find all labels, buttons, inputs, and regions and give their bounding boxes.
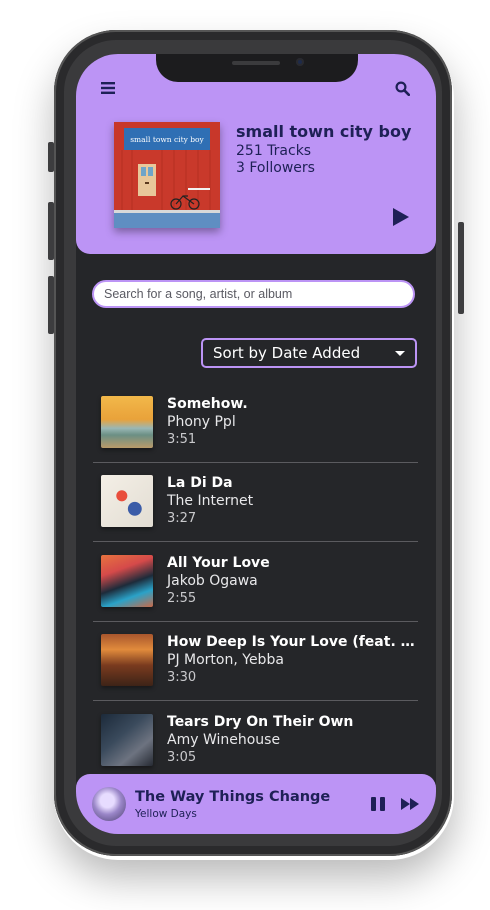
- track-artwork: [101, 555, 153, 607]
- track-artist: PJ Morton, Yebba: [167, 652, 284, 668]
- playlist-follower-count: 3 Followers: [236, 160, 315, 176]
- playlist-cover-art: small town city boy: [114, 122, 220, 228]
- phone-mute-switch: [48, 142, 54, 172]
- app-screen: small town city boy small town city boy …: [76, 54, 436, 834]
- track-row[interactable]: How Deep Is Your Love (feat. Ye... PJ Mo…: [93, 622, 418, 701]
- phone-power-button: [458, 222, 464, 314]
- track-artist: Phony Ppl: [167, 414, 236, 430]
- track-duration: 3:30: [167, 670, 197, 685]
- track-row[interactable]: All Your Love Jakob Ogawa 2:55: [93, 543, 418, 622]
- track-title: Tears Dry On Their Own: [167, 714, 354, 730]
- now-playing-title: The Way Things Change: [135, 789, 331, 805]
- track-row[interactable]: Tears Dry On Their Own Amy Winehouse 3:0…: [93, 702, 418, 781]
- pause-icon[interactable]: [368, 794, 388, 814]
- track-duration: 3:51: [167, 432, 197, 447]
- playlist-track-count: 251 Tracks: [236, 143, 312, 159]
- now-playing-artist: Yellow Days: [135, 808, 197, 820]
- hamburger-menu-icon[interactable]: [98, 78, 118, 98]
- track-artwork: [101, 634, 153, 686]
- now-playing-bar[interactable]: The Way Things Change Yellow Days: [76, 774, 436, 834]
- search-icon[interactable]: [392, 78, 412, 98]
- track-title: All Your Love: [167, 555, 270, 571]
- earpiece-speaker: [232, 61, 280, 65]
- track-artist: Amy Winehouse: [167, 732, 281, 748]
- notch: [156, 54, 358, 82]
- now-playing-artwork: [92, 787, 126, 821]
- play-icon[interactable]: [390, 206, 412, 228]
- track-duration: 2:55: [167, 591, 197, 606]
- track-divider: [93, 541, 418, 542]
- front-camera: [296, 58, 304, 66]
- track-row[interactable]: La Di Da The Internet 3:27: [93, 463, 418, 542]
- track-duration: 3:27: [167, 511, 197, 526]
- track-title: La Di Da: [167, 475, 233, 491]
- playlist-header: small town city boy small town city boy …: [76, 54, 436, 254]
- track-duration: 3:05: [167, 750, 197, 765]
- track-artist: The Internet: [167, 493, 254, 509]
- track-artwork: [101, 714, 153, 766]
- track-artist: Jakob Ogawa: [167, 573, 258, 589]
- track-title: How Deep Is Your Love (feat. Ye...: [167, 634, 415, 650]
- track-row[interactable]: Somehow. Phony Ppl 3:51: [93, 384, 418, 463]
- sort-label: Sort by Date Added: [213, 344, 361, 362]
- phone-volume-up: [48, 202, 54, 260]
- cover-scene: [114, 150, 220, 228]
- track-artwork: [101, 396, 153, 448]
- phone-volume-down: [48, 276, 54, 334]
- skip-forward-icon[interactable]: [398, 794, 422, 814]
- search-input[interactable]: [92, 280, 415, 308]
- sort-dropdown[interactable]: Sort by Date Added: [201, 338, 417, 368]
- track-divider: [93, 700, 418, 701]
- track-artwork: [101, 475, 153, 527]
- track-title: Somehow.: [167, 396, 248, 412]
- caret-down-icon: [395, 350, 405, 356]
- playlist-title: small town city boy: [236, 122, 412, 141]
